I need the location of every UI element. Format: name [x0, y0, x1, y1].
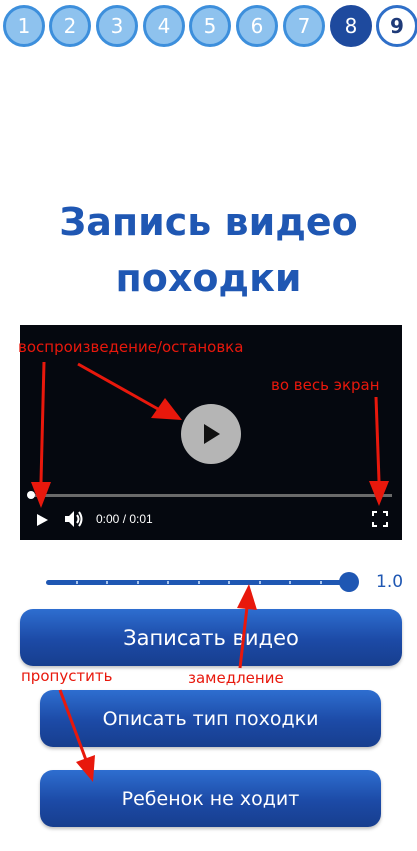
slider-tick	[137, 581, 139, 584]
step-6[interactable]: 6	[236, 5, 278, 47]
child-not-walking-button[interactable]: Ребенок не ходит	[40, 770, 381, 827]
page-title-line-2: походки	[115, 256, 302, 300]
volume-icon	[65, 511, 83, 527]
slider-tick	[289, 581, 291, 584]
step-indicator: 1 2 3 4 5 6 7 8 9	[0, 5, 417, 49]
annotation-play-pause: воспроизведение/остановка	[18, 338, 244, 356]
describe-gait-button[interactable]: Описать тип походки	[40, 690, 381, 747]
step-4[interactable]: 4	[143, 5, 185, 47]
video-progress-bar[interactable]	[30, 494, 392, 497]
step-8-current[interactable]: 8	[330, 5, 372, 47]
video-time-display: 0:00 / 0:01	[96, 512, 153, 526]
play-icon	[204, 424, 220, 444]
step-5[interactable]: 5	[189, 5, 231, 47]
fullscreen-icon	[372, 511, 388, 527]
slider-tick	[198, 581, 200, 584]
record-video-button[interactable]: Записать видео	[20, 609, 402, 666]
slider-tick	[76, 581, 78, 584]
annotation-fullscreen: во весь экран	[271, 376, 380, 394]
slider-tick	[259, 581, 261, 584]
gait-video-page: 1 2 3 4 5 6 7 8 9 Запись видео походки 0…	[0, 0, 417, 851]
page-title: Запись видео походки	[0, 194, 417, 306]
step-2[interactable]: 2	[49, 5, 91, 47]
step-1[interactable]: 1	[3, 5, 45, 47]
slider-tick	[320, 581, 322, 584]
volume-button[interactable]	[64, 510, 84, 528]
slider-tick	[167, 581, 169, 584]
annotation-skip: пропустить	[21, 667, 113, 685]
fullscreen-button[interactable]	[372, 511, 388, 527]
slider-tick	[106, 581, 108, 584]
play-button[interactable]	[34, 512, 50, 528]
play-icon	[37, 514, 48, 526]
playback-speed-slider-handle[interactable]	[339, 572, 359, 592]
annotation-slow-down: замедление	[188, 669, 284, 687]
step-3[interactable]: 3	[96, 5, 138, 47]
step-7[interactable]: 7	[283, 5, 325, 47]
slider-tick	[228, 581, 230, 584]
play-pause-button-center[interactable]	[181, 404, 241, 464]
video-progress-handle[interactable]	[27, 491, 35, 499]
playback-speed-value: 1.0	[376, 572, 404, 592]
page-title-line-1: Запись видео	[59, 200, 358, 244]
step-9[interactable]: 9	[376, 5, 417, 47]
